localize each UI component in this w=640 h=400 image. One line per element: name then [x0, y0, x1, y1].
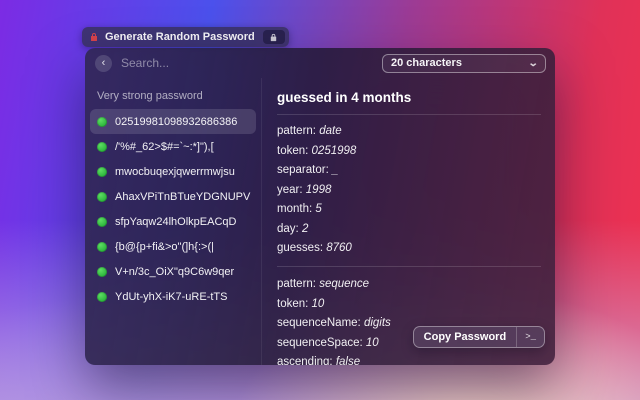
chevron-left-icon: ‹	[102, 58, 106, 69]
strength-dot-icon	[97, 117, 107, 127]
strength-dot-icon	[97, 267, 107, 277]
privacy-lock-badge[interactable]	[263, 30, 285, 44]
password-list-sidebar: Very strong password 0251998109893268638…	[85, 78, 262, 365]
row-value: sequence	[319, 278, 369, 290]
row-label: token:	[277, 145, 308, 157]
detail-row: guesses: 8760	[277, 242, 541, 254]
password-list-item[interactable]: 02519981098932686386	[90, 109, 256, 134]
toolbar: ‹ Search... 20 characters ⌄	[85, 48, 555, 78]
search-input[interactable]: Search...	[121, 56, 169, 70]
detail-row: pattern: date	[277, 125, 541, 137]
detail-row: ascending: false	[277, 356, 541, 365]
password-text: sfpYaqw24lhOlkpEACqD	[115, 216, 236, 228]
password-list-item[interactable]: YdUt-yhX-iK7-uRE-tTS	[90, 284, 256, 309]
detail-row: token: 0251998	[277, 145, 541, 157]
password-text: 02519981098932686386	[115, 116, 237, 128]
row-label: token:	[277, 298, 308, 310]
row-label: sequenceName:	[277, 317, 361, 329]
strength-dot-icon	[97, 142, 107, 152]
row-value: digits	[364, 317, 391, 329]
row-value: 2	[302, 223, 308, 235]
row-value: date	[319, 125, 341, 137]
match-section-date: pattern: date token: 0251998 separator: …	[277, 125, 541, 254]
password-list-item[interactable]: sfpYaqw24lhOlkpEACqD	[90, 209, 256, 234]
copy-password-button[interactable]: Copy Password >_	[413, 326, 545, 348]
heading-divider	[277, 114, 541, 115]
row-label: pattern:	[277, 278, 316, 290]
window-title-pill: Generate Random Password	[82, 27, 289, 47]
row-label: day:	[277, 223, 299, 235]
strength-header: Very strong password	[97, 90, 261, 102]
match-section-sequence: pattern: sequence token: 10 sequenceName…	[277, 278, 541, 365]
row-value: 0251998	[312, 145, 357, 157]
password-length-dropdown[interactable]: 20 characters ⌄	[382, 54, 546, 73]
password-list-item[interactable]: {b@{p+fi&>o"(]h{:>(|	[90, 234, 256, 259]
window-body: Very strong password 0251998109893268638…	[85, 78, 555, 365]
row-value: _	[332, 164, 338, 176]
guess-time-heading: guessed in 4 months	[277, 90, 541, 105]
detail-row: separator: _	[277, 164, 541, 176]
password-text: mwocbuqexjqwerrmwjsu	[115, 166, 235, 178]
password-text: V+n/3c_OiX"q9C6w9qer	[115, 266, 234, 278]
detail-row: year: 1998	[277, 184, 541, 196]
password-list-item[interactable]: mwocbuqexjqwerrmwjsu	[90, 159, 256, 184]
detail-row: month: 5	[277, 203, 541, 215]
strength-dot-icon	[97, 192, 107, 202]
row-value: 10	[312, 298, 325, 310]
dropdown-selected-value: 20 characters	[391, 57, 462, 69]
row-label: ascending:	[277, 356, 333, 365]
password-list-item[interactable]: AhaxVPiTnBTueYDGNUPV	[90, 184, 256, 209]
password-list: 02519981098932686386 /'%#_62>$#=`~:*]"),…	[85, 109, 261, 309]
strength-dot-icon	[97, 217, 107, 227]
password-text: YdUt-yhX-iK7-uRE-tTS	[115, 291, 227, 303]
password-list-item[interactable]: /'%#_62>$#=`~:*]"),[	[90, 134, 256, 159]
password-text: AhaxVPiTnBTueYDGNUPV	[115, 191, 250, 203]
window-title: Generate Random Password	[105, 31, 255, 43]
section-divider	[277, 266, 541, 267]
red-lock-icon	[89, 32, 99, 42]
row-value: 10	[366, 337, 379, 349]
password-generator-window: ‹ Search... 20 characters ⌄ Very strong …	[85, 48, 555, 365]
row-value: false	[336, 356, 360, 365]
row-label: separator:	[277, 164, 329, 176]
strength-dot-icon	[97, 167, 107, 177]
password-text: /'%#_62>$#=`~:*]"),[	[115, 141, 214, 153]
row-label: pattern:	[277, 125, 316, 137]
password-detail-panel: guessed in 4 months pattern: date token:…	[262, 78, 555, 365]
chevron-down-icon: ⌄	[527, 58, 538, 69]
row-label: month:	[277, 203, 312, 215]
row-label: sequenceSpace:	[277, 337, 363, 349]
password-text: {b@{p+fi&>o"(]h{:>(|	[115, 241, 214, 253]
keyboard-shortcut-icon: >_	[516, 327, 544, 347]
row-label: guesses:	[277, 242, 323, 254]
password-list-item[interactable]: V+n/3c_OiX"q9C6w9qer	[90, 259, 256, 284]
detail-row: pattern: sequence	[277, 278, 541, 290]
strength-dot-icon	[97, 242, 107, 252]
row-value: 1998	[306, 184, 332, 196]
back-button[interactable]: ‹	[95, 55, 112, 72]
detail-row: day: 2	[277, 223, 541, 235]
row-value: 5	[315, 203, 321, 215]
row-value: 8760	[326, 242, 352, 254]
detail-row: token: 10	[277, 298, 541, 310]
lock-icon	[269, 33, 278, 42]
row-label: year:	[277, 184, 303, 196]
copy-password-label: Copy Password	[414, 331, 517, 343]
strength-dot-icon	[97, 292, 107, 302]
